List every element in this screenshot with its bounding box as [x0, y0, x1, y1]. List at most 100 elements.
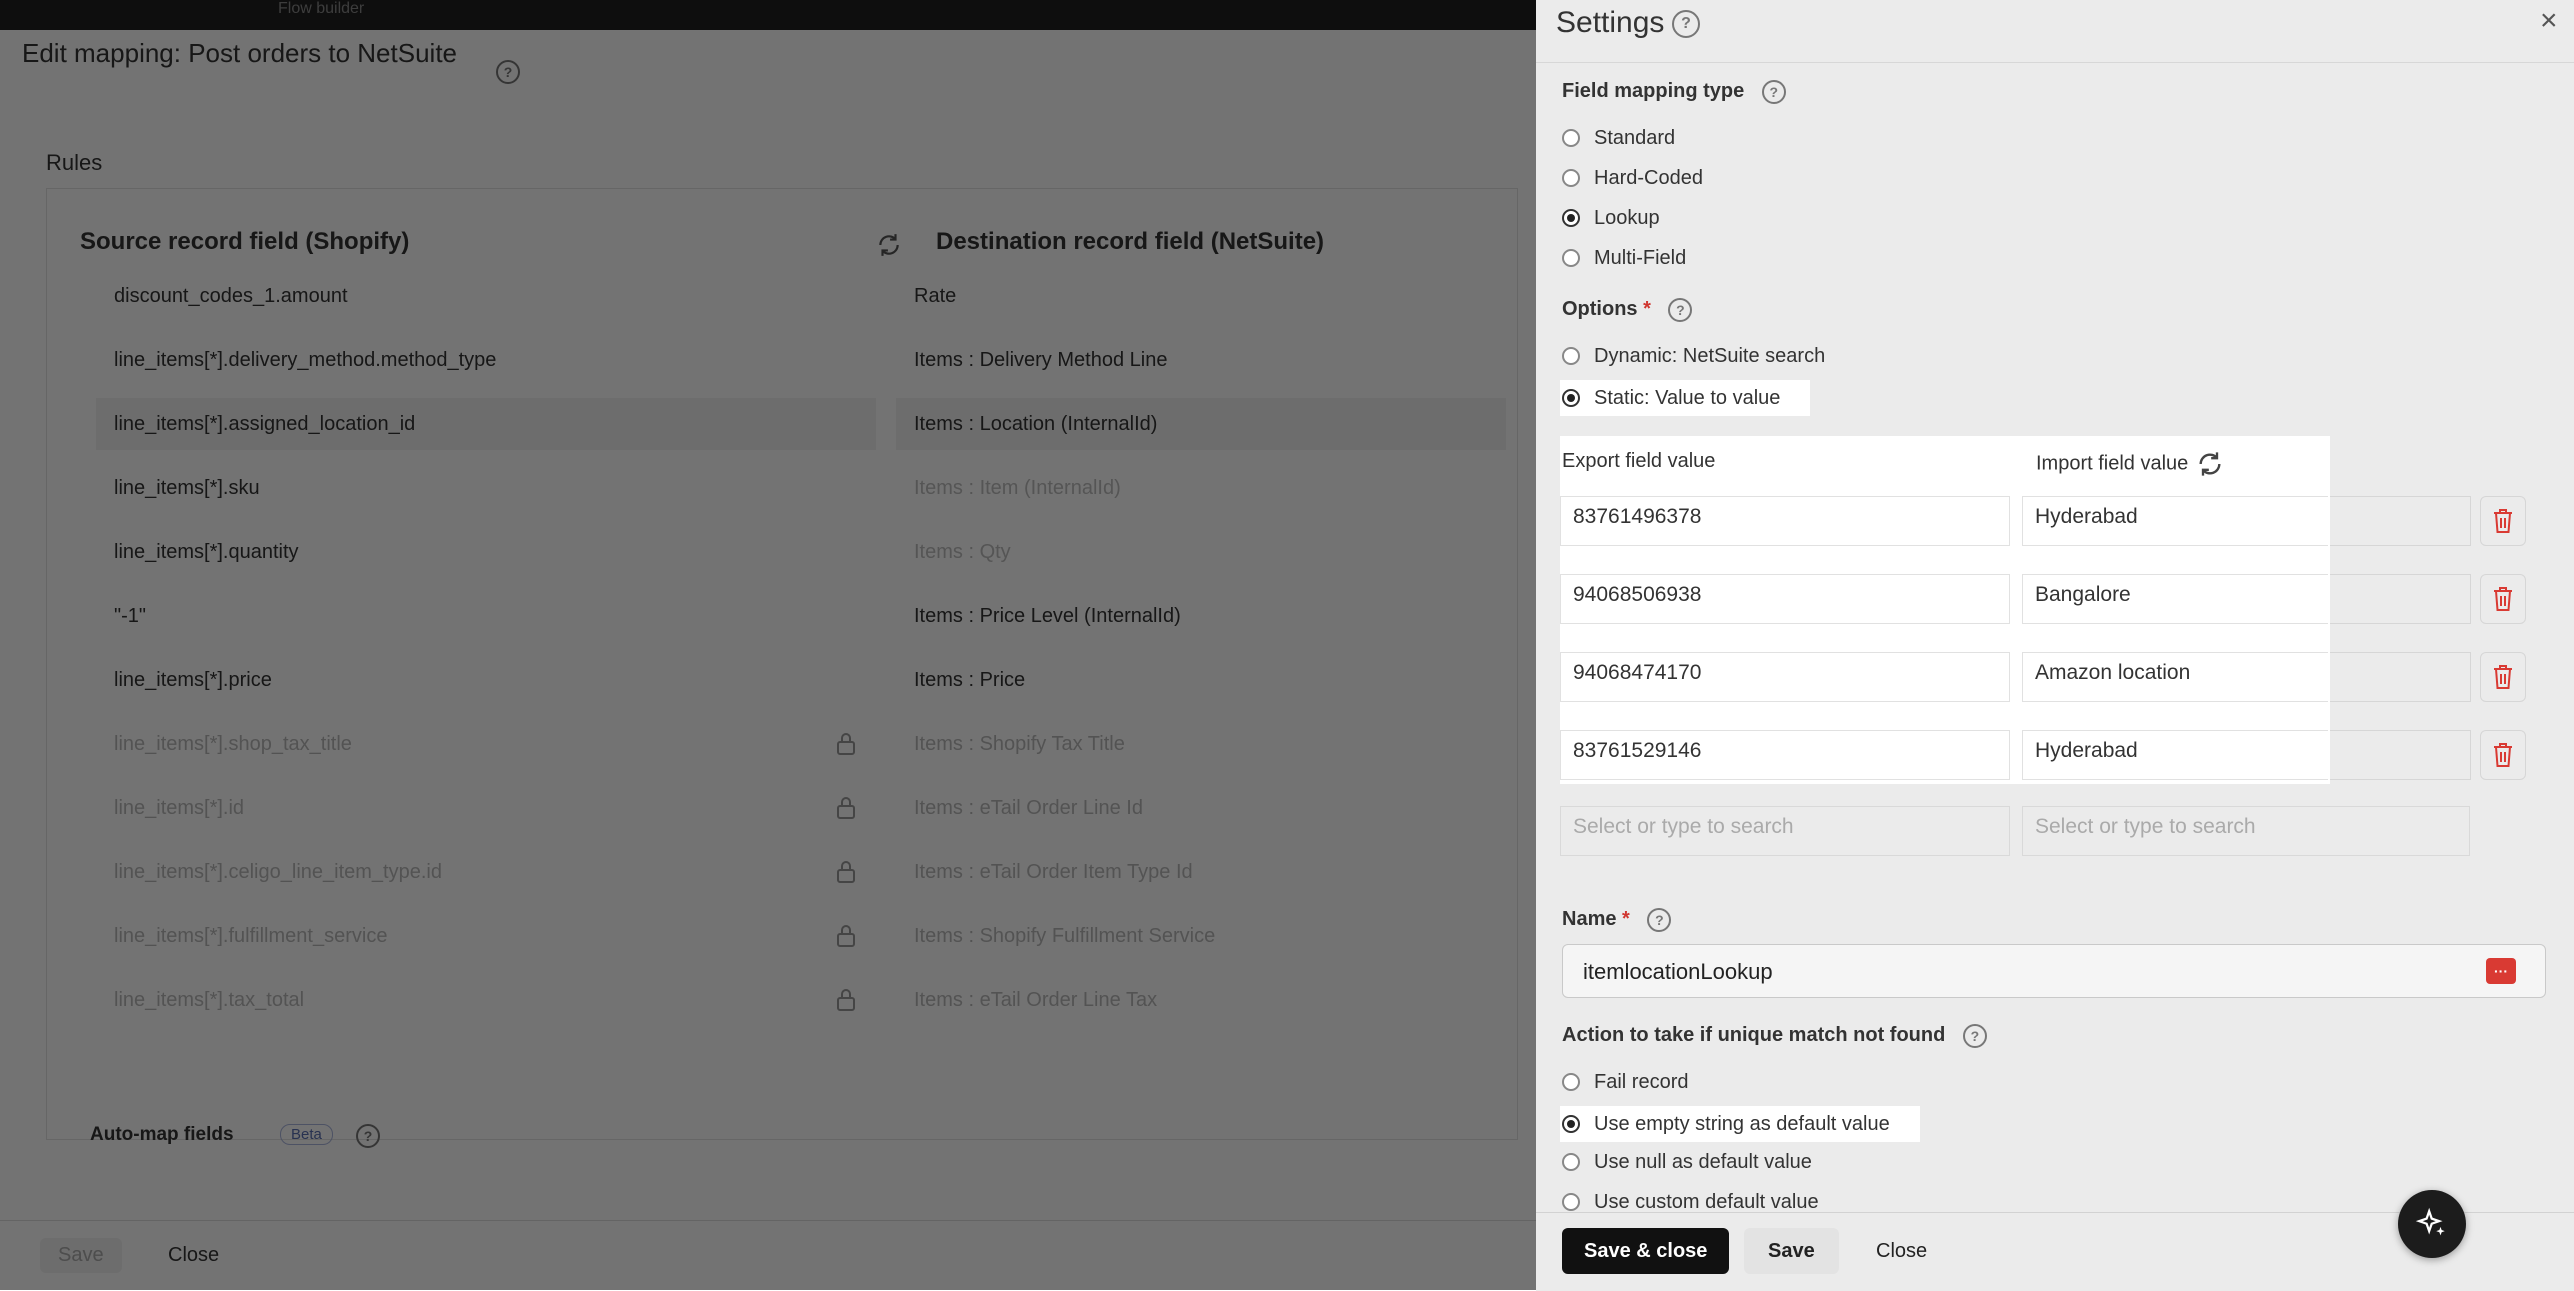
trash-icon: [2494, 509, 2512, 533]
save-button[interactable]: Save: [1744, 1228, 1839, 1274]
destination-field[interactable]: Items : Location (InternalId): [896, 398, 1506, 450]
source-field: line_items[*].fulfillment_service: [96, 910, 876, 962]
source-field: line_items[*].tax_total: [96, 974, 876, 1026]
radio-multi-field[interactable]: Multi-Field: [1562, 242, 1686, 274]
destination-field[interactable]: Items : Item (InternalId): [896, 462, 1506, 514]
source-field[interactable]: line_items[*].price: [96, 654, 876, 706]
name-input[interactable]: itemlocationLookup: [1562, 944, 2546, 998]
automap-label[interactable]: Auto-map fields: [90, 1124, 234, 1146]
close-button[interactable]: Close: [150, 1238, 237, 1273]
import-value-input[interactable]: Hyderabad: [2022, 730, 2328, 780]
save-button[interactable]: Save: [40, 1238, 122, 1273]
radio-button[interactable]: [1562, 129, 1580, 147]
rules-label: Rules: [46, 150, 103, 175]
import-value-input[interactable]: Bangalore: [2022, 574, 2328, 624]
radio-standard[interactable]: Standard: [1562, 122, 1675, 154]
radio-label: Lookup: [1594, 206, 1660, 229]
close-icon[interactable]: ×: [2540, 4, 2558, 38]
destination-field[interactable]: Rate: [896, 270, 1506, 322]
destination-field[interactable]: Items : Delivery Method Line: [896, 334, 1506, 386]
radio-label: Hard-Coded: [1594, 166, 1703, 189]
source-column-header: Source record field (Shopify): [80, 228, 410, 255]
radio-label: Use null as default value: [1594, 1150, 1812, 1173]
radio-empty-string[interactable]: Use empty string as default value: [1560, 1106, 1920, 1142]
radio-button-selected[interactable]: [1562, 389, 1580, 407]
import-value-search[interactable]: Select or type to search: [2022, 806, 2470, 856]
radio-label: Fail record: [1594, 1070, 1689, 1093]
help-icon[interactable]: ?: [356, 1124, 380, 1148]
source-field[interactable]: discount_codes_1.amount: [96, 270, 876, 322]
destination-field[interactable]: Items : Qty: [896, 526, 1506, 578]
lock-icon: [837, 861, 855, 883]
import-value-input[interactable]: Hyderabad: [2022, 496, 2328, 546]
radio-label: Standard: [1594, 126, 1676, 149]
breadcrumb-current[interactable]: Flow builder: [278, 0, 364, 18]
refresh-icon[interactable]: [2196, 450, 2224, 478]
destination-field[interactable]: Items : Price Level (InternalId): [896, 590, 1506, 642]
help-icon[interactable]: ?: [1962, 1024, 1987, 1048]
trash-icon: [2494, 665, 2512, 689]
delete-row-button[interactable]: [2480, 730, 2526, 780]
radio-button-selected[interactable]: [1562, 1115, 1580, 1133]
export-value-input[interactable]: 83761496378: [1560, 496, 2010, 546]
delete-row-button[interactable]: [2480, 496, 2526, 546]
source-field[interactable]: line_items[*].quantity: [96, 526, 876, 578]
refresh-icon[interactable]: [876, 232, 902, 258]
destination-column-header: Destination record field (NetSuite): [936, 228, 1325, 255]
radio-button-selected[interactable]: [1562, 209, 1580, 227]
modal-title: Edit mapping: Post orders to NetSuite: [22, 38, 458, 68]
save-and-close-button[interactable]: Save & close: [1562, 1228, 1730, 1274]
help-icon[interactable]: ?: [1668, 298, 1693, 322]
help-icon[interactable]: ?: [1761, 80, 1786, 104]
ai-assistant-button[interactable]: [2398, 1190, 2466, 1258]
radio-hard-coded[interactable]: Hard-Coded: [1562, 162, 1703, 194]
export-value-input[interactable]: 94068474170: [1560, 652, 2010, 702]
more-options-icon[interactable]: ···: [2486, 958, 2516, 984]
lock-icon: [837, 797, 855, 819]
source-field: line_items[*].shop_tax_title: [96, 718, 876, 770]
drawer-header: Settings ? ×: [1536, 0, 2574, 63]
lookup-table: Export field value Import field value 83…: [1560, 436, 2330, 784]
radio-button[interactable]: [1562, 347, 1580, 365]
source-field[interactable]: "-1": [96, 590, 876, 642]
name-label: Name * ?: [1562, 908, 1672, 932]
radio-button[interactable]: [1562, 1073, 1580, 1091]
export-value-search[interactable]: Select or type to search: [1560, 806, 2010, 856]
delete-row-button[interactable]: [2480, 652, 2526, 702]
radio-dynamic-search[interactable]: Dynamic: NetSuite search: [1562, 340, 1825, 372]
radio-fail-record[interactable]: Fail record: [1562, 1066, 1688, 1098]
beta-badge: Beta: [280, 1124, 333, 1145]
source-field[interactable]: line_items[*].delivery_method.method_typ…: [96, 334, 876, 386]
source-field: line_items[*].celigo_line_item_type.id: [96, 846, 876, 898]
delete-row-button[interactable]: [2480, 574, 2526, 624]
lock-icon: [837, 989, 855, 1011]
lock-icon: [837, 733, 855, 755]
radio-button[interactable]: [1562, 1153, 1580, 1171]
destination-field: Items : Shopify Tax Title: [896, 718, 1506, 770]
destination-field: Items : Shopify Fulfillment Service: [896, 910, 1506, 962]
action-label: Action to take if unique match not found…: [1562, 1024, 1987, 1048]
export-value-input[interactable]: 83761529146: [1560, 730, 2010, 780]
destination-field[interactable]: Items : Price: [896, 654, 1506, 706]
help-icon[interactable]: ?: [496, 60, 520, 84]
radio-label: Static: Value to value: [1594, 386, 1781, 409]
close-button[interactable]: Close: [1858, 1228, 1945, 1274]
radio-null-default[interactable]: Use null as default value: [1562, 1146, 1812, 1178]
radio-label: Use custom default value: [1594, 1190, 1819, 1213]
radio-button[interactable]: [1562, 169, 1580, 187]
radio-label: Dynamic: NetSuite search: [1594, 344, 1826, 367]
sparkle-icon: [2415, 1207, 2445, 1236]
source-field[interactable]: line_items[*].sku: [96, 462, 876, 514]
radio-button[interactable]: [1562, 1193, 1580, 1211]
import-value-input[interactable]: Amazon location: [2022, 652, 2328, 702]
radio-label: Multi-Field: [1594, 246, 1687, 269]
source-field[interactable]: line_items[*].assigned_location_id: [96, 398, 876, 450]
drawer-title: Settings: [1556, 6, 1665, 39]
help-icon[interactable]: ?: [1647, 908, 1672, 932]
help-icon[interactable]: ?: [1672, 10, 1700, 38]
radio-static-value[interactable]: Static: Value to value: [1560, 380, 1811, 416]
options-label: Options * ?: [1562, 298, 1693, 322]
radio-lookup[interactable]: Lookup: [1562, 202, 1660, 234]
radio-button[interactable]: [1562, 249, 1580, 267]
export-value-input[interactable]: 94068506938: [1560, 574, 2010, 624]
